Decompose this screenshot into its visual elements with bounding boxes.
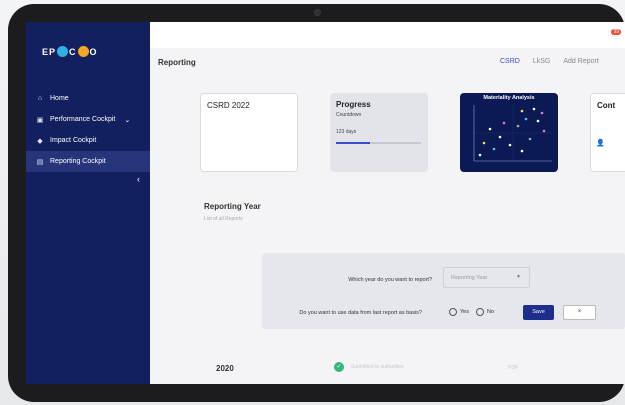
close-button[interactable]: × [563,305,596,320]
report-tabs: CSRD LkSG Add Report [500,58,599,65]
sidebar-item-home[interactable]: ⌂ Home [26,88,150,109]
radio-label: No [487,309,495,315]
materiality-analysis-card[interactable]: Materiality Analysis [460,93,558,172]
check-circle-icon: ✓ [334,362,344,372]
app-logo[interactable]: EP C O [42,46,98,57]
contacts-card[interactable]: Cont 👤 [590,93,625,172]
section-subtitle: List of all Reports [204,216,243,222]
sidebar: EP C O ⌂ Home ▣ Performance Cockpit ⌄ ◆ [26,22,150,384]
radio-circle [449,308,457,316]
notification-bell-icon[interactable]: 99 [611,26,621,35]
new-report-form: Which year do you want to report? Report… [262,253,625,329]
camera-icon [314,9,321,16]
section-title: Reporting Year [204,202,261,211]
notification-badge: 99 [611,29,621,35]
device-background: EP C O ⌂ Home ▣ Performance Cockpit ⌄ ◆ [0,0,625,405]
countdown-days: 123 days [336,129,357,135]
sidebar-item-reporting-cockpit[interactable]: ▤ Reporting Cockpit [26,151,150,172]
sidebar-item-label: Reporting Cockpit [50,158,106,165]
card-title: Cont [597,101,616,110]
radio-circle [476,308,484,316]
home-icon: ⌂ [37,95,43,102]
sidebar-item-label: Home [50,95,69,102]
sidebar-item-label: Impact Cockpit [50,137,97,144]
basis-question: Do you want to use data from last report… [299,310,422,316]
sidebar-nav: ⌂ Home ▣ Performance Cockpit ⌄ ◆ Impact … [26,88,150,172]
radio-yes[interactable]: Yes [449,308,469,316]
chevron-down-icon: ⌄ [124,116,131,124]
sidebar-item-impact-cockpit[interactable]: ◆ Impact Cockpit [26,130,150,151]
status-text: Submitted to authorities [351,364,404,370]
screen: EP C O ⌂ Home ▣ Performance Cockpit ⌄ ◆ [26,22,625,384]
main-content: Reporting CSRD LkSG Add Report CSRD 2022… [150,48,625,384]
sidebar-item-label: Performance Cockpit [50,116,116,123]
diamond-icon: ◆ [37,137,43,145]
sidebar-item-performance-cockpit[interactable]: ▣ Performance Cockpit ⌄ [26,109,150,130]
reporting-year-question: Which year do you want to report? [348,277,432,283]
select-placeholder: Reporting Year [451,275,488,281]
page-title: Reporting [158,58,196,67]
materiality-matrix-thumbnail [473,105,552,162]
progress-bar [336,142,421,144]
card-title: Progress [336,100,371,109]
chevron-down-icon: ▼ [516,274,521,280]
card-subtitle: Countdown [336,112,362,118]
report-row-format[interactable]: PDF [508,365,518,371]
radio-no[interactable]: No [476,308,494,316]
report-row-status: ✓ Submitted to authorities [334,362,404,372]
tab-csrd[interactable]: CSRD [500,58,520,65]
collapse-sidebar-icon[interactable]: ‹ [137,174,140,184]
radio-label: Yes [460,309,469,315]
chart-icon: ▣ [36,116,44,124]
reporting-year-select[interactable]: Reporting Year ▼ [443,267,530,288]
tab-add-report[interactable]: Add Report [563,58,598,65]
progress-bar-fill [336,142,370,144]
tab-lksg[interactable]: LkSG [533,58,551,65]
document-icon: ▤ [36,158,44,166]
person-icon: 👤 [596,140,605,147]
top-bar: 99 [150,22,625,48]
card-title: CSRD 2022 [207,101,250,110]
csrd-report-card[interactable]: CSRD 2022 [200,93,298,172]
progress-card[interactable]: Progress Countdown 123 days [330,93,428,172]
report-row-year: 2020 [216,364,234,373]
save-button[interactable]: Save [523,305,554,320]
